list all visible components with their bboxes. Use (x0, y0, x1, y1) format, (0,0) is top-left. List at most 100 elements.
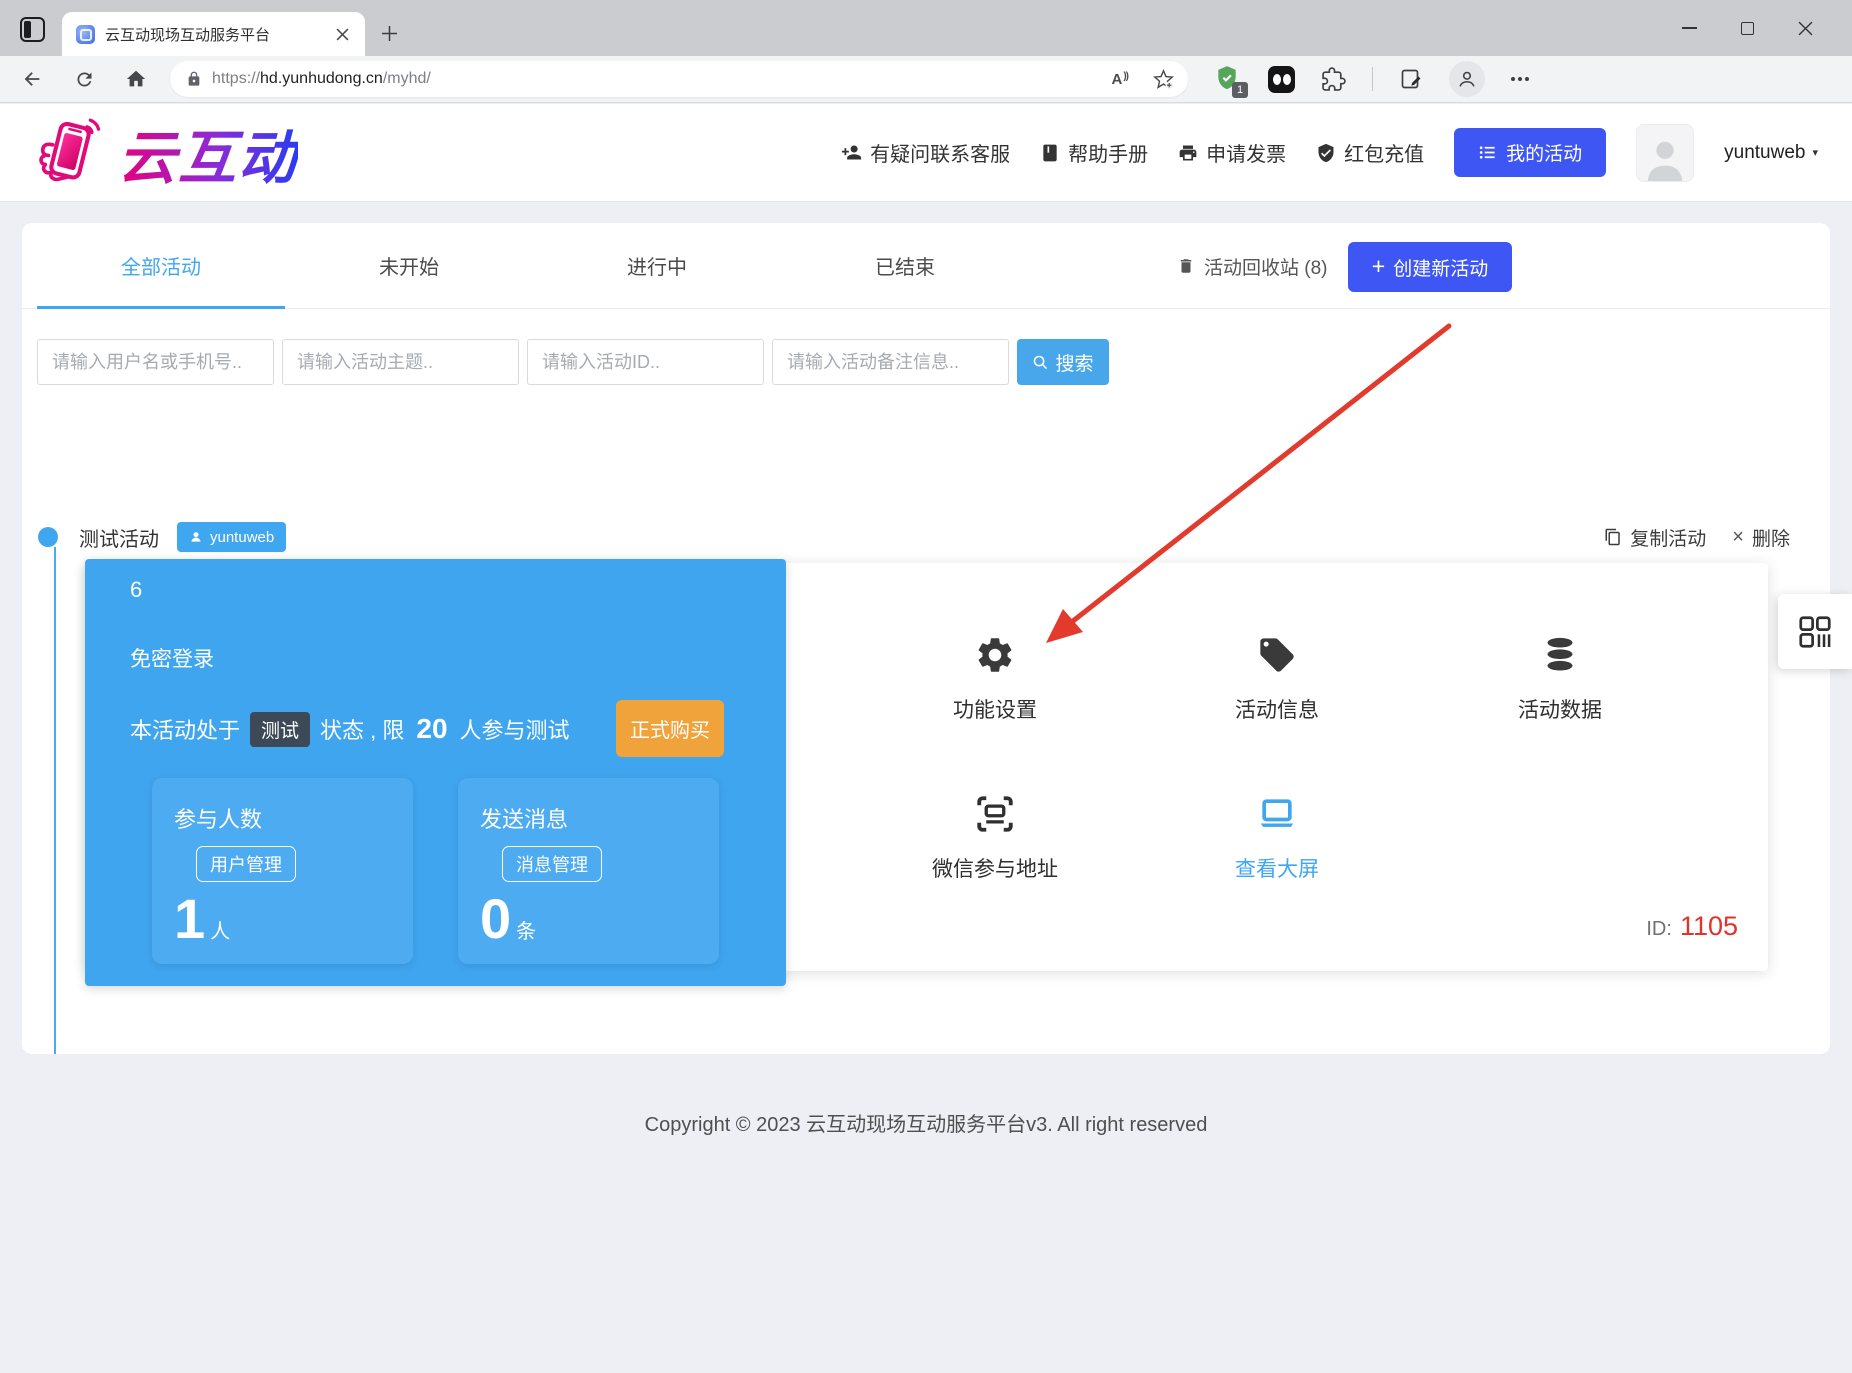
toolbar-divider (1372, 67, 1373, 91)
favorite-star-icon[interactable] (1153, 68, 1174, 90)
feature-function-settings[interactable]: 功能设置 (895, 629, 1095, 724)
status-badge: 测试 (250, 711, 311, 747)
back-button[interactable] (12, 60, 52, 98)
status-line: 本活动处于 测试 状态 , 限 20 人参与测试 (130, 707, 570, 751)
browser-menu-button[interactable] (1511, 77, 1529, 81)
workspaces-icon (19, 16, 45, 42)
site-logo[interactable]: 云互动 (26, 111, 298, 195)
person-add-icon (841, 145, 862, 160)
stat-title: 发送消息 (480, 807, 569, 832)
feature-wechat-address[interactable]: 微信参与地址 (895, 788, 1095, 883)
minimize-button[interactable] (1660, 0, 1718, 56)
back-icon (24, 72, 40, 86)
read-aloud-icon[interactable]: A)) (1111, 71, 1128, 88)
home-icon (126, 70, 146, 87)
refresh-button[interactable] (64, 60, 104, 98)
copy-icon (1605, 528, 1621, 546)
site-header: 云互动 有疑问联系客服 帮助手册 申请发票 红包充值 我的活动 yuntuweb… (0, 104, 1852, 202)
tab-not-started[interactable]: 未开始 (285, 223, 533, 308)
content-panel: 全部活动 未开始 进行中 已结束 活动回收站 (8) + 创建新活动 搜索 (22, 223, 1830, 1054)
browser-profile-button[interactable] (1449, 61, 1485, 97)
username-search-input[interactable] (37, 339, 274, 385)
recycle-bin-link[interactable]: 活动回收站 (8) (1177, 223, 1328, 309)
nav-request-invoice[interactable]: 申请发票 (1178, 138, 1286, 167)
avatar[interactable] (1636, 123, 1695, 182)
book-icon (1043, 144, 1057, 161)
id-label: ID: (1646, 918, 1672, 940)
username-menu[interactable]: yuntuweb ▾ (1724, 142, 1818, 164)
tab-all-activities[interactable]: 全部活动 (37, 223, 285, 309)
nav-label: 申请发票 (1206, 144, 1287, 166)
my-activities-button[interactable]: 我的活动 (1454, 128, 1607, 177)
activity-id: ID: 1105 (1646, 911, 1738, 942)
nav-help-manual[interactable]: 帮助手册 (1040, 138, 1148, 167)
nav-label: 帮助手册 (1068, 144, 1149, 166)
maximize-button[interactable] (1718, 0, 1776, 56)
nav-label: 有疑问联系客服 (870, 144, 1011, 166)
copy-activity-link[interactable]: 复制活动 (1604, 524, 1706, 551)
dark-extension-button[interactable] (1268, 65, 1295, 93)
search-icon (1034, 355, 1048, 369)
feature-activity-info[interactable]: 活动信息 (1177, 629, 1377, 724)
status-prefix: 本活动处于 (130, 718, 241, 743)
feature-view-big-screen[interactable]: 查看大屏 (1177, 788, 1377, 883)
avatar-placeholder-icon (1647, 141, 1683, 181)
activity-tabs: 全部活动 未开始 进行中 已结束 活动回收站 (8) + 创建新活动 (22, 223, 1830, 309)
site-favicon-icon (76, 24, 95, 44)
login-mode-label: 免密登录 (130, 648, 214, 671)
chevron-down-icon: ▾ (1812, 147, 1818, 159)
person-icon (191, 532, 201, 542)
copyright-text: Copyright © 2023 云互动现场互动服务平台v3. All righ… (644, 1114, 1208, 1136)
timeline-line (54, 547, 56, 1054)
user-management-button[interactable]: 用户管理 (196, 846, 296, 882)
home-button[interactable] (116, 60, 156, 98)
stat-unit: 条 (516, 921, 537, 943)
tab-ended[interactable]: 已结束 (781, 223, 1029, 308)
laptop-icon (1260, 799, 1294, 827)
adblock-extension-button[interactable]: 1 (1214, 64, 1248, 98)
topic-search-input[interactable] (282, 339, 519, 385)
feature-activity-data[interactable]: 活动数据 (1460, 629, 1660, 724)
page: 云互动 有疑问联系客服 帮助手册 申请发票 红包充值 我的活动 yuntuweb… (0, 104, 1852, 1373)
message-management-button[interactable]: 消息管理 (502, 846, 602, 882)
create-activity-label: 创建新活动 (1393, 258, 1489, 280)
browser-tab[interactable]: 云互动现场互动服务平台 (62, 12, 365, 56)
nav-redpacket-recharge[interactable]: 红包充值 (1316, 138, 1424, 167)
trash-icon (1180, 259, 1192, 273)
status-limit: 20 (416, 713, 448, 744)
extensions-puzzle-icon[interactable] (1321, 66, 1346, 92)
id-value: 1105 (1679, 911, 1738, 941)
stat-value: 1 (174, 887, 206, 950)
browser-toolbar: https://hd.yunhudong.cn/myhd/ A)) 1 (0, 56, 1852, 103)
address-bar[interactable]: https://hd.yunhudong.cn/myhd/ A)) (170, 61, 1188, 97)
collections-icon[interactable] (1399, 67, 1423, 91)
lock-icon (188, 71, 200, 86)
recycle-bin-label: 活动回收站 (8) (1204, 257, 1328, 279)
feature-label: 活动数据 (1518, 699, 1602, 722)
my-activities-label: 我的活动 (1506, 144, 1583, 165)
note-search-input[interactable] (772, 339, 1009, 385)
stat-value: 0 (480, 887, 512, 950)
tab-actions-button[interactable] (16, 13, 48, 45)
tab-close-icon[interactable] (331, 23, 353, 45)
timeline-dot (38, 527, 58, 547)
activity-id-search-input[interactable] (527, 339, 764, 385)
gear-icon (978, 638, 1012, 672)
layout-toggle-button[interactable] (1778, 594, 1852, 669)
database-icon (1547, 637, 1573, 671)
extension-badge: 1 (1232, 82, 1248, 98)
activity-title: 测试活动 (79, 528, 159, 551)
tab-in-progress[interactable]: 进行中 (533, 223, 781, 308)
tab-title: 云互动现场互动服务平台 (105, 26, 271, 44)
close-window-button[interactable] (1776, 0, 1834, 56)
qr-scan-icon (977, 796, 1013, 832)
delete-activity-link[interactable]: × 删除 (1732, 524, 1790, 551)
create-activity-button[interactable]: + 创建新活动 (1348, 242, 1512, 292)
buy-official-button[interactable]: 正式购买 (616, 700, 724, 757)
nav-contact-support[interactable]: 有疑问联系客服 (841, 138, 1010, 167)
new-tab-button[interactable] (374, 18, 404, 48)
activity-row-header: 测试活动 yuntuweb 复制活动 × 删除 (38, 519, 1790, 555)
url-text: https://hd.yunhudong.cn/myhd/ (212, 70, 431, 87)
status-middle: 状态 , 限 (320, 718, 405, 743)
search-button[interactable]: 搜索 (1017, 339, 1109, 385)
